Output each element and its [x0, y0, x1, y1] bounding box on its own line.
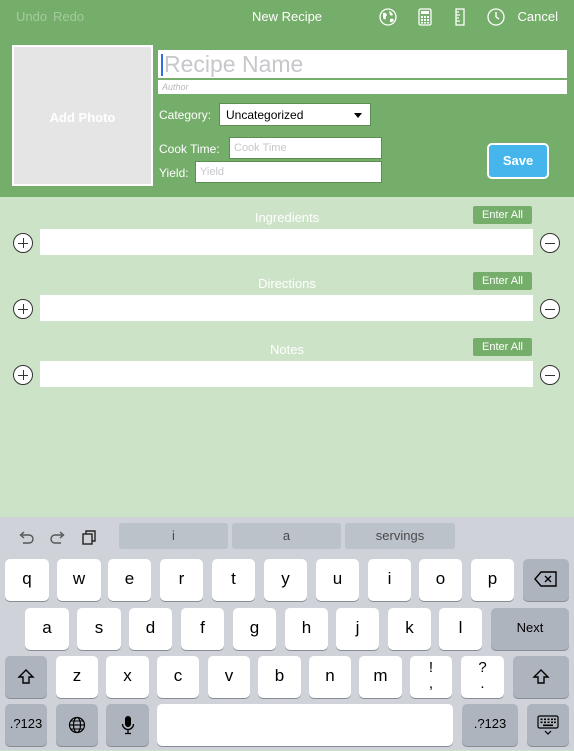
undo-arrow-icon[interactable] [17, 528, 35, 546]
add-direction-plus-icon[interactable] [13, 299, 33, 319]
globe-icon[interactable] [378, 7, 398, 27]
remove-ingredient-minus-icon[interactable] [540, 233, 560, 253]
cancel-button[interactable]: Cancel [518, 9, 558, 24]
key-question-label: ? [478, 659, 487, 676]
paste-icon[interactable] [80, 528, 98, 546]
key-p[interactable]: p [471, 559, 514, 601]
delete-key[interactable] [523, 559, 569, 601]
key-t[interactable]: t [212, 559, 255, 601]
suggestion-1[interactable]: i [119, 523, 228, 549]
space-key[interactable] [157, 704, 453, 746]
key-m[interactable]: m [359, 656, 402, 698]
save-button[interactable]: Save [487, 143, 549, 179]
next-key[interactable]: Next [491, 608, 569, 650]
key-w[interactable]: w [57, 559, 101, 601]
text-cursor [161, 54, 163, 76]
redo-arrow-icon[interactable] [49, 528, 67, 546]
direction-input[interactable] [40, 295, 533, 321]
suggestion-3[interactable]: servings [345, 523, 455, 549]
key-i[interactable]: i [368, 559, 411, 601]
key-x[interactable]: x [106, 656, 149, 698]
onscreen-keyboard: i a servings q w e r t y u i o p a s d f… [0, 517, 574, 750]
key-comma-label: , [428, 675, 434, 692]
backspace-icon [534, 571, 557, 587]
numbers-key-right[interactable]: .?123 [462, 704, 518, 746]
hide-keyboard-key[interactable] [527, 704, 569, 746]
key-y[interactable]: y [264, 559, 307, 601]
numbers-key-left[interactable]: .?123 [5, 704, 47, 746]
globe-key[interactable] [56, 704, 98, 746]
remove-direction-minus-icon[interactable] [540, 299, 560, 319]
note-input[interactable] [40, 361, 533, 387]
key-a[interactable]: a [25, 608, 69, 650]
key-f[interactable]: f [181, 608, 224, 650]
key-g[interactable]: g [233, 608, 276, 650]
calculator-icon[interactable] [415, 7, 435, 27]
remove-note-minus-icon[interactable] [540, 365, 560, 385]
key-o[interactable]: o [419, 559, 462, 601]
yield-label: Yield: [159, 166, 189, 180]
add-photo-button[interactable]: Add Photo [12, 45, 153, 186]
directions-enter-all-button[interactable]: Enter All [473, 272, 532, 290]
add-ingredient-plus-icon[interactable] [13, 233, 33, 253]
chevron-down-icon [354, 113, 362, 118]
cook-time-input[interactable] [229, 137, 382, 159]
key-h[interactable]: h [285, 608, 328, 650]
key-l[interactable]: l [439, 608, 482, 650]
key-z[interactable]: z [56, 656, 98, 698]
key-j[interactable]: j [336, 608, 379, 650]
ruler-icon[interactable] [450, 7, 470, 27]
category-value: Uncategorized [226, 108, 304, 122]
add-photo-label: Add Photo [49, 110, 116, 125]
shift-icon [17, 669, 35, 684]
suggestion-2[interactable]: a [232, 523, 341, 549]
key-exclaim-comma[interactable]: ! , [410, 656, 452, 698]
category-label: Category: [159, 108, 212, 122]
key-b[interactable]: b [258, 656, 301, 698]
add-note-plus-icon[interactable] [13, 365, 33, 385]
keyboard-dismiss-icon [537, 715, 559, 735]
key-u[interactable]: u [316, 559, 359, 601]
key-q[interactable]: q [5, 559, 49, 601]
shift-key-right[interactable] [513, 656, 569, 698]
navigation-bar: Undo Redo New Recipe Cancel [0, 0, 574, 36]
dictation-key[interactable] [106, 704, 149, 746]
cook-time-label: Cook Time: [159, 142, 220, 156]
microphone-icon [121, 716, 134, 735]
key-n[interactable]: n [309, 656, 351, 698]
globe-icon [68, 716, 86, 734]
key-question-period[interactable]: ? . [461, 656, 504, 698]
key-c[interactable]: c [157, 656, 199, 698]
timer-icon[interactable] [486, 7, 506, 27]
key-period-label: . [480, 675, 485, 692]
shift-icon [532, 669, 550, 684]
yield-input[interactable] [195, 161, 382, 183]
notes-enter-all-button[interactable]: Enter All [473, 338, 532, 356]
recipe-name-input[interactable] [158, 50, 567, 78]
key-e[interactable]: e [108, 559, 151, 601]
key-d[interactable]: d [129, 608, 172, 650]
key-v[interactable]: v [208, 656, 250, 698]
key-s[interactable]: s [77, 608, 121, 650]
key-k[interactable]: k [388, 608, 431, 650]
shift-key-left[interactable] [5, 656, 47, 698]
author-input[interactable] [158, 80, 567, 94]
recipe-header: Add Photo Category: Uncategorized Cook T… [0, 36, 574, 197]
undo-button[interactable]: Undo [16, 9, 47, 24]
category-select[interactable]: Uncategorized [219, 103, 371, 126]
key-exclaim-label: ! [428, 659, 434, 676]
redo-button[interactable]: Redo [53, 9, 84, 24]
ingredient-input[interactable] [40, 229, 533, 255]
ingredients-enter-all-button[interactable]: Enter All [473, 206, 532, 224]
key-r[interactable]: r [160, 559, 203, 601]
